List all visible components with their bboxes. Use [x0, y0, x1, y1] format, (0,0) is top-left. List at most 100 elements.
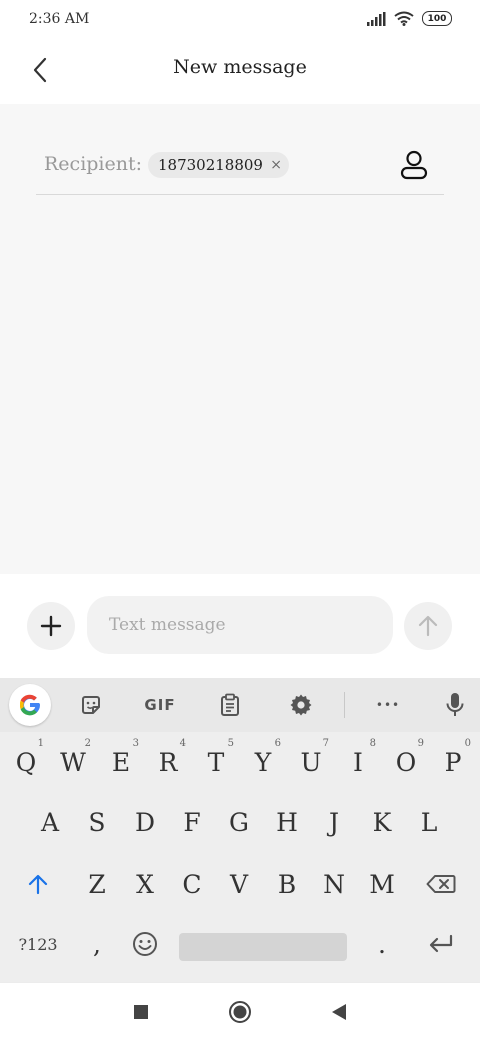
- back-nav-button[interactable]: [324, 997, 354, 1027]
- voice-input-button[interactable]: [434, 684, 476, 726]
- key-label: V: [229, 869, 249, 899]
- sticker-icon: [82, 696, 100, 714]
- key-w[interactable]: W2: [49, 734, 97, 790]
- key-s[interactable]: S: [73, 794, 121, 850]
- shift-icon: [28, 874, 48, 895]
- sticker-button[interactable]: [70, 684, 112, 726]
- key-label: L: [420, 807, 438, 837]
- key-v[interactable]: V: [215, 856, 263, 912]
- key-c[interactable]: C: [168, 856, 216, 912]
- clipboard-button[interactable]: [209, 684, 251, 726]
- google-button[interactable]: [9, 684, 51, 726]
- remove-recipient-button[interactable]: ×: [270, 152, 282, 178]
- settings-button[interactable]: [280, 684, 322, 726]
- recipient-chip[interactable]: 18730218809 ×: [148, 152, 289, 178]
- symbols-label: ?123: [18, 934, 58, 954]
- enter-key[interactable]: [417, 916, 465, 972]
- home-icon: [229, 1001, 251, 1023]
- key-n[interactable]: N: [310, 856, 358, 912]
- shift-key[interactable]: [14, 856, 62, 912]
- key-p[interactable]: P0: [429, 734, 477, 790]
- key-u[interactable]: U7: [287, 734, 335, 790]
- emoji-key[interactable]: [121, 916, 169, 972]
- keyboard-toolbar: GIF •••: [0, 678, 480, 732]
- key-row-1: Q1 W2 E3 R4 T5 Y6 U7 I8 O9 P0: [0, 732, 480, 794]
- key-r[interactable]: R4: [144, 734, 192, 790]
- key-label: Q: [15, 747, 37, 777]
- key-l[interactable]: L: [405, 794, 453, 850]
- key-t[interactable]: T5: [192, 734, 240, 790]
- battery-level: 100: [427, 13, 447, 24]
- status-time: 2:36 AM: [29, 11, 90, 27]
- back-nav-icon: [332, 1004, 346, 1020]
- key-hint: 3: [132, 738, 139, 749]
- recents-button[interactable]: [126, 997, 156, 1027]
- key-g[interactable]: G: [215, 794, 263, 850]
- key-f[interactable]: F: [168, 794, 216, 850]
- key-j[interactable]: J: [310, 794, 358, 850]
- key-label: B: [277, 869, 297, 899]
- google-icon: [19, 694, 41, 716]
- navigation-bar: [0, 982, 480, 1041]
- backspace-key[interactable]: [417, 856, 465, 912]
- gif-button[interactable]: GIF: [139, 684, 181, 726]
- key-row-3: Z X C V B N M: [0, 856, 480, 918]
- key-label: D: [134, 807, 156, 837]
- recipient-row[interactable]: Recipient: 18730218809 ×: [36, 144, 444, 195]
- key-label: I: [353, 747, 363, 777]
- key-q[interactable]: Q1: [2, 734, 50, 790]
- key-z[interactable]: Z: [73, 856, 121, 912]
- key-k[interactable]: K: [358, 794, 406, 850]
- send-button[interactable]: [404, 602, 452, 650]
- more-options-icon: •••: [375, 698, 401, 712]
- key-label: H: [276, 807, 298, 837]
- keyboard: GIF ••• Q1 W 2 E 3 R 4 T 5 Y 6 U 7 I 8 O…: [0, 678, 480, 982]
- contact-picker-button[interactable]: [398, 149, 430, 181]
- key-label: C: [182, 869, 202, 899]
- add-icon: [40, 615, 62, 637]
- space-key[interactable]: [179, 933, 347, 961]
- message-input[interactable]: [87, 596, 393, 654]
- key-label: Z: [88, 869, 106, 899]
- key-a[interactable]: A: [26, 794, 74, 850]
- home-button[interactable]: [225, 997, 255, 1027]
- comma-key[interactable]: ,: [73, 916, 121, 972]
- battery-icon: 100: [422, 11, 452, 26]
- recents-icon: [134, 1005, 148, 1019]
- key-row-2: A S D F G H J K L: [0, 794, 480, 856]
- key-hint: 8: [369, 738, 376, 749]
- key-hint: 6: [274, 738, 281, 749]
- key-label: A: [40, 807, 60, 837]
- key-hint: 2: [84, 738, 91, 749]
- add-attachment-button[interactable]: [27, 602, 75, 650]
- toolbar-divider: [344, 692, 345, 718]
- more-options-button[interactable]: •••: [367, 684, 409, 726]
- header: New message: [0, 40, 480, 104]
- clipboard-icon: [221, 693, 239, 716]
- key-e[interactable]: E3: [97, 734, 145, 790]
- key-hint: 1: [37, 738, 44, 749]
- page-title: New message: [173, 56, 307, 78]
- key-h[interactable]: H: [263, 794, 311, 850]
- symbols-key[interactable]: ?123: [14, 916, 62, 972]
- mic-icon: [446, 693, 464, 716]
- key-label: S: [88, 807, 106, 837]
- key-label: Y: [254, 747, 272, 777]
- key-label: G: [229, 807, 249, 837]
- key-hint: 0: [464, 738, 471, 749]
- key-label: M: [369, 869, 395, 899]
- key-i[interactable]: I8: [334, 734, 382, 790]
- compose-bar: [0, 574, 480, 678]
- period-key[interactable]: .: [358, 916, 406, 972]
- key-y[interactable]: Y6: [239, 734, 287, 790]
- key-m[interactable]: M: [358, 856, 406, 912]
- key-o[interactable]: O9: [382, 734, 430, 790]
- comma-label: ,: [93, 929, 101, 959]
- key-b[interactable]: B: [263, 856, 311, 912]
- key-label: X: [136, 869, 154, 899]
- period-label: .: [378, 929, 386, 959]
- key-d[interactable]: D: [121, 794, 169, 850]
- status-bar: 2:36 AM 100: [0, 0, 480, 40]
- recipient-chip-number: 18730218809: [158, 156, 263, 174]
- key-x[interactable]: X: [121, 856, 169, 912]
